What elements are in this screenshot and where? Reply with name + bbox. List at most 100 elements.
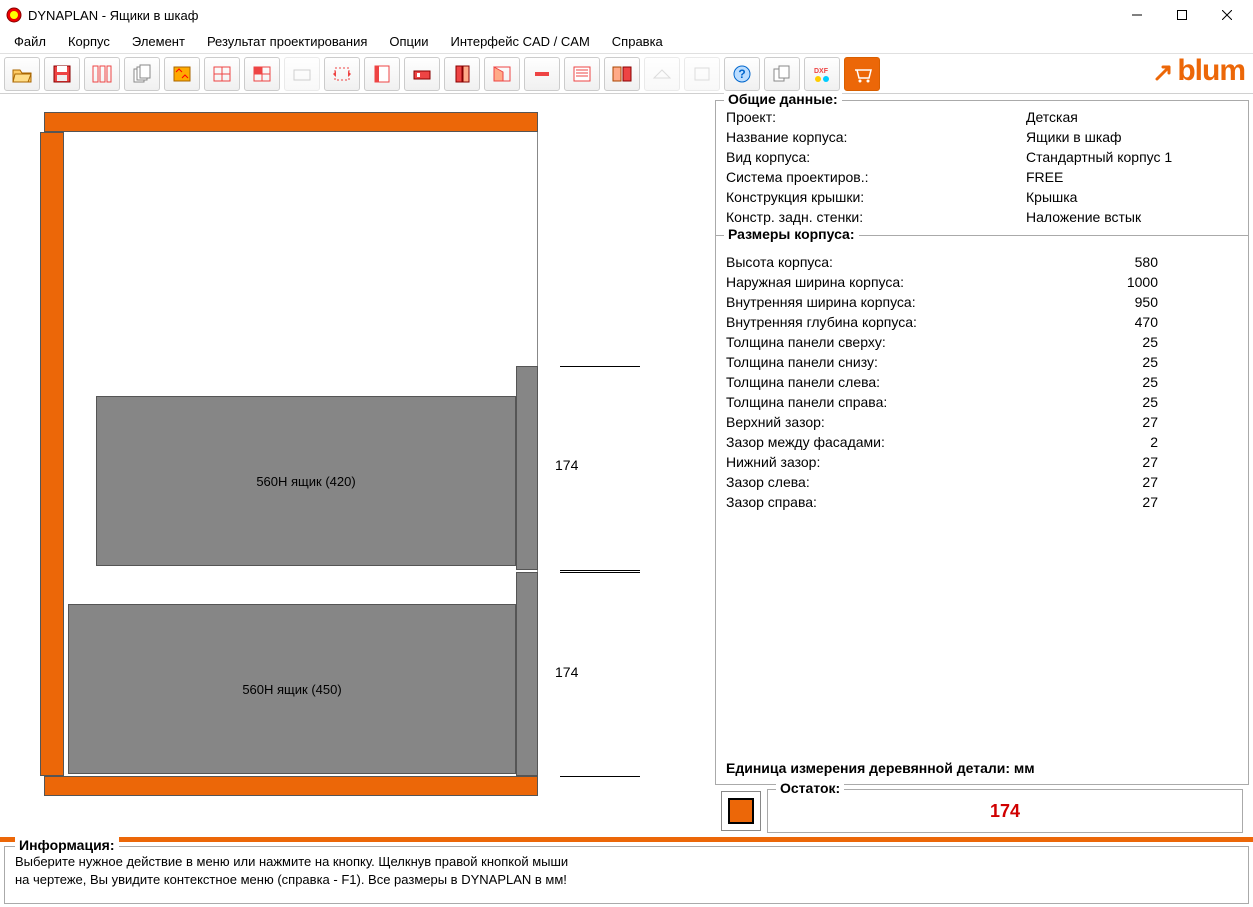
size-row: Высота корпуса:580 bbox=[726, 252, 1238, 272]
dim-line-2-top bbox=[560, 572, 640, 573]
rotate-button[interactable] bbox=[324, 57, 360, 91]
maximize-button[interactable] bbox=[1159, 0, 1204, 30]
front-button[interactable] bbox=[404, 57, 440, 91]
size-key: Нижний зазор: bbox=[726, 452, 1126, 472]
help-button[interactable]: ? bbox=[724, 57, 760, 91]
menu-file[interactable]: Файл bbox=[4, 31, 56, 52]
info-line2: на чертеже, Вы увидите контекстное меню … bbox=[15, 871, 1238, 889]
list-button[interactable] bbox=[564, 57, 600, 91]
lid-value: Крышка bbox=[1026, 187, 1238, 207]
type-value: Стандартный корпус 1 bbox=[1026, 147, 1238, 167]
door2-button[interactable] bbox=[484, 57, 520, 91]
plane-button bbox=[644, 57, 680, 91]
close-button[interactable] bbox=[1204, 0, 1249, 30]
layout-3col-button[interactable] bbox=[84, 57, 120, 91]
remainder-icon[interactable] bbox=[721, 791, 761, 831]
size-row: Зазор слева:27 bbox=[726, 472, 1238, 492]
save-button[interactable] bbox=[44, 57, 80, 91]
spacer-button bbox=[684, 57, 720, 91]
drawing-pane[interactable]: 560H ящик (420) 560H ящик (450) 174 174 bbox=[0, 94, 715, 837]
size-key: Зазор слева: bbox=[726, 472, 1126, 492]
info-panel: Информация: Выберите нужное действие в м… bbox=[4, 846, 1249, 904]
size-value: 27 bbox=[1126, 412, 1238, 432]
size-value: 27 bbox=[1126, 472, 1238, 492]
project-label: Проект: bbox=[726, 107, 1026, 127]
menu-cadcam[interactable]: Интерфейс CAD / CAM bbox=[441, 31, 600, 52]
size-value: 950 bbox=[1126, 292, 1238, 312]
drawer-1-side[interactable] bbox=[516, 366, 538, 570]
size-key: Толщина панели сверху: bbox=[726, 332, 1126, 352]
drawer-1-label: 560H ящик (420) bbox=[256, 474, 355, 489]
size-value: 580 bbox=[1126, 252, 1238, 272]
multi-pages-button[interactable] bbox=[124, 57, 160, 91]
open-button[interactable] bbox=[4, 57, 40, 91]
effects-button[interactable] bbox=[164, 57, 200, 91]
name-value: Ящики в шкаф bbox=[1026, 127, 1238, 147]
cabinet-top-panel[interactable] bbox=[44, 112, 538, 132]
type-label: Вид корпуса: bbox=[726, 147, 1026, 167]
menu-help[interactable]: Справка bbox=[602, 31, 673, 52]
size-row: Наружная ширина корпуса:1000 bbox=[726, 272, 1238, 292]
remainder-panel: Остаток: 174 bbox=[767, 789, 1243, 833]
size-row: Зазор справа:27 bbox=[726, 492, 1238, 512]
svg-text:?: ? bbox=[738, 67, 745, 81]
cabinet-drawing[interactable]: 560H ящик (420) 560H ящик (450) bbox=[40, 112, 538, 796]
minimize-button[interactable] bbox=[1114, 0, 1159, 30]
drawer-2[interactable]: 560H ящик (450) bbox=[68, 604, 516, 774]
system-value: FREE bbox=[1026, 167, 1238, 187]
menu-design-result[interactable]: Результат проектирования bbox=[197, 31, 377, 52]
sizes-panel-title: Размеры корпуса: bbox=[724, 226, 859, 242]
name-label: Название корпуса: bbox=[726, 127, 1026, 147]
remainder-row: Остаток: 174 bbox=[715, 785, 1249, 837]
project-value: Детская bbox=[1026, 107, 1238, 127]
dxf-button[interactable]: DXF bbox=[804, 57, 840, 91]
toolbar: ? DXF blum bbox=[0, 54, 1253, 94]
cabinet-bottom-panel[interactable] bbox=[44, 776, 538, 796]
cabinet-left-panel[interactable] bbox=[40, 132, 64, 776]
system-label: Система проектиров.: bbox=[726, 167, 1026, 187]
main-area: 560H ящик (420) 560H ящик (450) 174 174 … bbox=[0, 94, 1253, 837]
size-value: 25 bbox=[1126, 352, 1238, 372]
titlebar: DYNAPLAN - Ящики в шкаф bbox=[0, 0, 1253, 30]
dim-1-value: 174 bbox=[555, 457, 578, 473]
grid2-button[interactable] bbox=[244, 57, 280, 91]
brand-logo: blum bbox=[1151, 54, 1245, 88]
menu-element[interactable]: Элемент bbox=[122, 31, 195, 52]
size-row: Внутренняя глубина корпуса:470 bbox=[726, 312, 1238, 332]
svg-text:DXF: DXF bbox=[814, 68, 829, 75]
size-row: Толщина панели справа:25 bbox=[726, 392, 1238, 412]
size-key: Высота корпуса: bbox=[726, 252, 1126, 272]
size-key: Внутренняя глубина корпуса: bbox=[726, 312, 1126, 332]
remainder-value: 174 bbox=[990, 801, 1020, 822]
size-value: 25 bbox=[1126, 392, 1238, 412]
back-label: Констр. задн. стенки: bbox=[726, 207, 1026, 227]
drawer-1[interactable]: 560H ящик (420) bbox=[96, 396, 516, 566]
drawer-2-side[interactable] bbox=[516, 572, 538, 776]
size-key: Наружная ширина корпуса: bbox=[726, 272, 1126, 292]
size-value: 25 bbox=[1126, 332, 1238, 352]
shop-button[interactable] bbox=[844, 57, 880, 91]
menu-options[interactable]: Опции bbox=[379, 31, 438, 52]
grid1-button[interactable] bbox=[204, 57, 240, 91]
app-icon bbox=[6, 7, 22, 23]
size-row: Толщина панели снизу:25 bbox=[726, 352, 1238, 372]
sidepanel-button[interactable] bbox=[364, 57, 400, 91]
size-key: Толщина панели снизу: bbox=[726, 352, 1126, 372]
size-key: Зазор между фасадами: bbox=[726, 432, 1126, 452]
size-row: Верхний зазор:27 bbox=[726, 412, 1238, 432]
size-row: Зазор между фасадами:2 bbox=[726, 432, 1238, 452]
copy-button[interactable] bbox=[764, 57, 800, 91]
size-value: 470 bbox=[1126, 312, 1238, 332]
dim-2-value: 174 bbox=[555, 664, 578, 680]
menu-corpus[interactable]: Корпус bbox=[58, 31, 120, 52]
drawer-2-label: 560H ящик (450) bbox=[242, 682, 341, 697]
size-value: 27 bbox=[1126, 452, 1238, 472]
minus-button[interactable] bbox=[524, 57, 560, 91]
cabinets-button[interactable] bbox=[604, 57, 640, 91]
unit-note: Единица измерения деревянной детали: мм bbox=[726, 600, 1238, 776]
size-key: Зазор справа: bbox=[726, 492, 1126, 512]
door-button[interactable] bbox=[444, 57, 480, 91]
lid-label: Конструкция крышки: bbox=[726, 187, 1026, 207]
sizes-rows: Высота корпуса:580Наружная ширина корпус… bbox=[726, 252, 1238, 512]
general-panel: Общие данные: Проект:Детская Название ко… bbox=[715, 100, 1249, 236]
